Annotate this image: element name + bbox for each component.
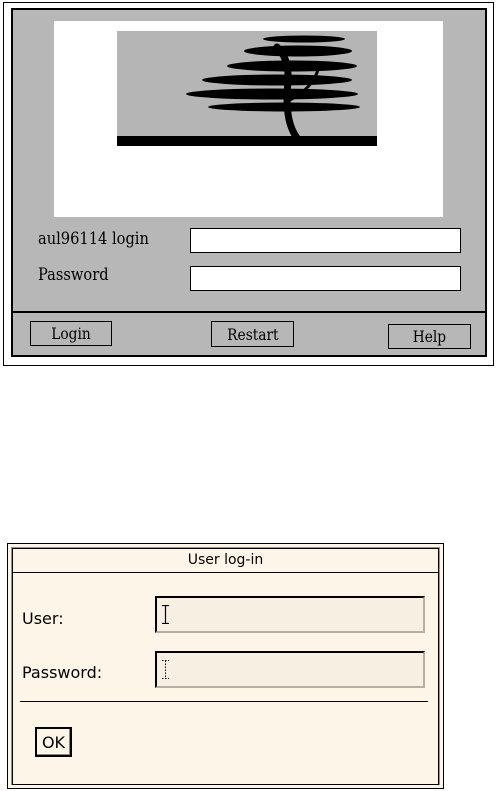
user-label: User: bbox=[22, 609, 64, 628]
separator bbox=[20, 701, 428, 702]
ok-button-label: OK bbox=[41, 732, 66, 752]
password-input-tk[interactable] bbox=[155, 651, 425, 688]
restart-button-label: Restart bbox=[226, 324, 279, 344]
login-label: aul96114 login bbox=[38, 229, 149, 249]
text-cursor-icon bbox=[162, 660, 169, 679]
help-button[interactable]: Help bbox=[388, 324, 471, 349]
password-label-tk: Password: bbox=[22, 663, 103, 682]
user-input[interactable] bbox=[155, 596, 425, 633]
help-button-label: Help bbox=[412, 327, 447, 346]
login-button-label: Login bbox=[51, 324, 91, 343]
password-label: Password bbox=[38, 265, 109, 285]
restart-button[interactable]: Restart bbox=[211, 321, 294, 347]
ok-button[interactable]: OK bbox=[35, 727, 72, 757]
button-bar-divider bbox=[13, 311, 485, 313]
text-cursor-icon bbox=[162, 605, 169, 624]
tree-logo-icon bbox=[117, 35, 377, 146]
password-input[interactable] bbox=[190, 266, 461, 291]
login-button[interactable]: Login bbox=[30, 321, 112, 346]
dialog-title: User log-in bbox=[12, 548, 439, 573]
login-input[interactable] bbox=[190, 228, 461, 253]
